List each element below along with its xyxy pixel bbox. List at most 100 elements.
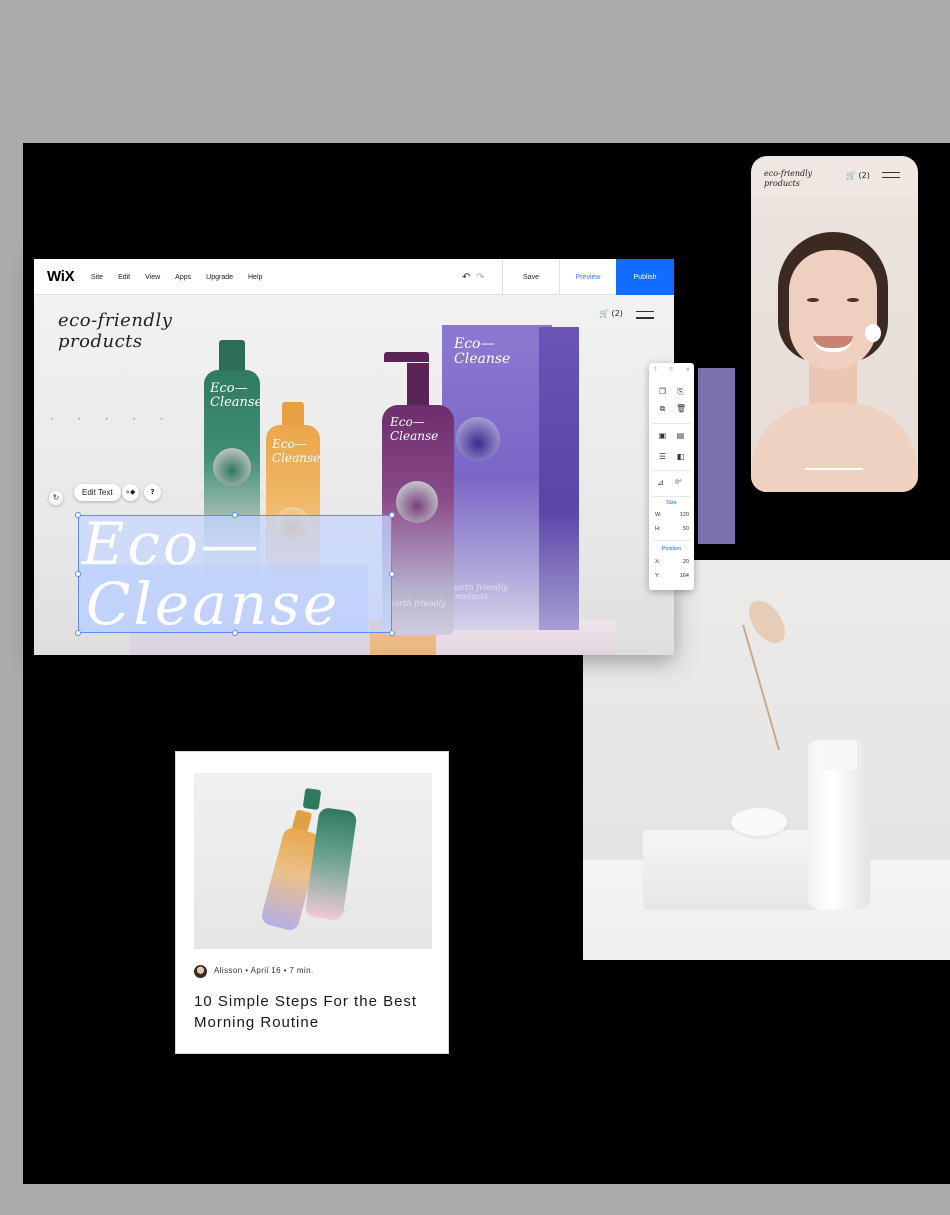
site-menu-icon[interactable]	[636, 311, 654, 324]
resize-handle-bl[interactable]	[75, 630, 81, 636]
y-label: Y:	[655, 573, 660, 579]
editor-top-bar: WiX Site Edit View Apps Upgrade Help ↶ ↷…	[34, 259, 674, 295]
photo-eye-left	[807, 298, 819, 302]
box-footer: earth friendly products	[452, 583, 508, 601]
author-avatar[interactable]	[194, 965, 207, 978]
post-title[interactable]: 10 Simple Steps For the Best Morning Rou…	[194, 991, 439, 1033]
panel-drag-handle[interactable]: ? ⠿ ✕	[654, 367, 690, 373]
edit-text-button[interactable]: Edit Text	[74, 484, 121, 501]
panel-divider	[652, 540, 691, 541]
resize-handle-b[interactable]	[232, 630, 238, 636]
resize-handle-t[interactable]	[232, 512, 238, 518]
tools-panel: ? ⠿ ✕ ❐ ⎘ ⧉ 🗑 ▣ ▤ ☰ ◧ ⊿ 0° Size W: 120 H: 50…	[649, 363, 694, 590]
paste-icon[interactable]: ⎘	[676, 387, 685, 396]
height-row[interactable]: H: 50	[655, 526, 689, 532]
site-brand-line2: products	[58, 331, 143, 352]
panel-grip-icon[interactable]: ⠿	[669, 367, 673, 373]
mobile-brand-line2: products	[764, 179, 800, 188]
home-indicator	[805, 468, 863, 470]
x-label: X:	[655, 559, 661, 565]
blog-post-card[interactable]: Alisson • April 16 • 7 min. 10 Simple St…	[175, 751, 449, 1054]
width-value[interactable]: 120	[680, 512, 689, 518]
photo-vase-neck	[821, 740, 857, 770]
panel-divider	[652, 470, 691, 471]
photo-stone-block	[643, 830, 823, 910]
photo-pebble	[731, 808, 787, 836]
orange-bottle-cap	[282, 402, 304, 427]
rotate-icon[interactable]: ↻	[49, 491, 63, 505]
box-orb	[456, 417, 500, 461]
photo-cream-dab	[865, 324, 881, 342]
menu-site[interactable]: Site	[91, 274, 103, 281]
mobile-menu-icon[interactable]	[882, 172, 900, 182]
site-brand-line1: eco-friendly	[58, 310, 173, 331]
orange-bottle-label: Eco— Cleanse	[272, 437, 321, 465]
align-icon[interactable]: ▤	[676, 431, 685, 440]
site-brand[interactable]: eco-friendly products	[58, 310, 172, 352]
match-size-icon[interactable]: ◧	[676, 452, 685, 461]
resize-handle-r[interactable]	[389, 571, 395, 577]
resize-handle-br[interactable]	[389, 630, 395, 636]
selection-frame[interactable]	[78, 515, 392, 633]
animation-icon[interactable]: «◆	[122, 484, 139, 501]
mobile-preview: eco-friendly products 🛒 (2)	[751, 156, 918, 492]
resize-handle-l[interactable]	[75, 571, 81, 577]
copy-icon[interactable]: ❐	[658, 387, 667, 396]
menu-upgrade[interactable]: Upgrade	[206, 274, 233, 281]
post-author[interactable]: Alisson	[214, 966, 243, 975]
menu-help[interactable]: Help	[248, 274, 262, 281]
delete-icon[interactable]: 🗑	[676, 404, 686, 413]
editor-canvas[interactable]: eco-friendly products 🛒 (2) • • • • • Ec…	[34, 295, 674, 655]
height-label: H:	[655, 526, 661, 532]
mobile-brand-line1: eco-friendly	[764, 169, 813, 178]
position-header: Position	[661, 546, 682, 552]
undo-icon[interactable]: ↶	[462, 272, 470, 283]
x-value[interactable]: 20	[683, 559, 689, 565]
width-label: W:	[655, 512, 662, 518]
green-bottle-label: Eco— Cleanse	[210, 381, 263, 410]
product-box: Eco— Cleanse earth friendly products	[442, 325, 552, 630]
wix-logo[interactable]: WiX	[47, 268, 75, 285]
y-row[interactable]: Y: 164	[655, 573, 689, 579]
redo-icon[interactable]: ↷	[476, 272, 484, 283]
green-bottle-orb	[213, 448, 251, 486]
photo-dried-grass	[741, 594, 793, 650]
preview-button[interactable]: Preview	[559, 259, 616, 295]
height-value[interactable]: 50	[683, 526, 689, 532]
resize-handle-tr[interactable]	[389, 512, 395, 518]
x-row[interactable]: X: 20	[655, 559, 689, 565]
mobile-brand[interactable]: eco-friendly products	[764, 169, 812, 189]
mobile-cart-icon[interactable]: 🛒 (2)	[846, 171, 870, 180]
product-box-side	[539, 327, 579, 630]
green-bottle-cap	[219, 340, 245, 373]
wix-editor-window: WiX Site Edit View Apps Upgrade Help ↶ ↷…	[34, 259, 674, 655]
slide-dots: • • • • •	[50, 416, 175, 423]
size-header: Size	[666, 500, 677, 506]
photo-shoulders	[751, 403, 918, 492]
panel-close-icon[interactable]: ✕	[686, 367, 690, 373]
panel-divider	[652, 496, 691, 497]
editor-menu: Site Edit View Apps Upgrade Help	[91, 259, 277, 295]
width-row[interactable]: W: 120	[655, 512, 689, 518]
purple-bottle-orb	[396, 481, 438, 523]
purple-pump-bottle: Eco— Cleanse earth friendly	[382, 405, 454, 635]
publish-button[interactable]: Publish	[616, 259, 674, 295]
post-date: April 16	[250, 966, 281, 975]
resize-handle-tl[interactable]	[75, 512, 81, 518]
menu-edit[interactable]: Edit	[118, 274, 130, 281]
rotation-icon[interactable]: ⊿	[656, 478, 665, 487]
menu-apps[interactable]: Apps	[175, 274, 191, 281]
y-value[interactable]: 164	[680, 573, 689, 579]
site-cart-icon[interactable]: 🛒 (2)	[599, 309, 623, 318]
menu-view[interactable]: View	[145, 274, 160, 281]
photo-eye-right	[847, 298, 859, 302]
pump-head	[384, 352, 429, 362]
arrange-icon[interactable]: ▣	[658, 431, 667, 440]
duplicate-icon[interactable]: ⧉	[658, 404, 667, 413]
panel-help-icon[interactable]: ?	[654, 367, 657, 373]
model-photo	[751, 198, 918, 492]
distribute-icon[interactable]: ☰	[658, 452, 667, 461]
help-icon[interactable]: ?	[144, 484, 161, 501]
rotation-value[interactable]: 0°	[674, 478, 683, 487]
save-button[interactable]: Save	[502, 259, 559, 295]
